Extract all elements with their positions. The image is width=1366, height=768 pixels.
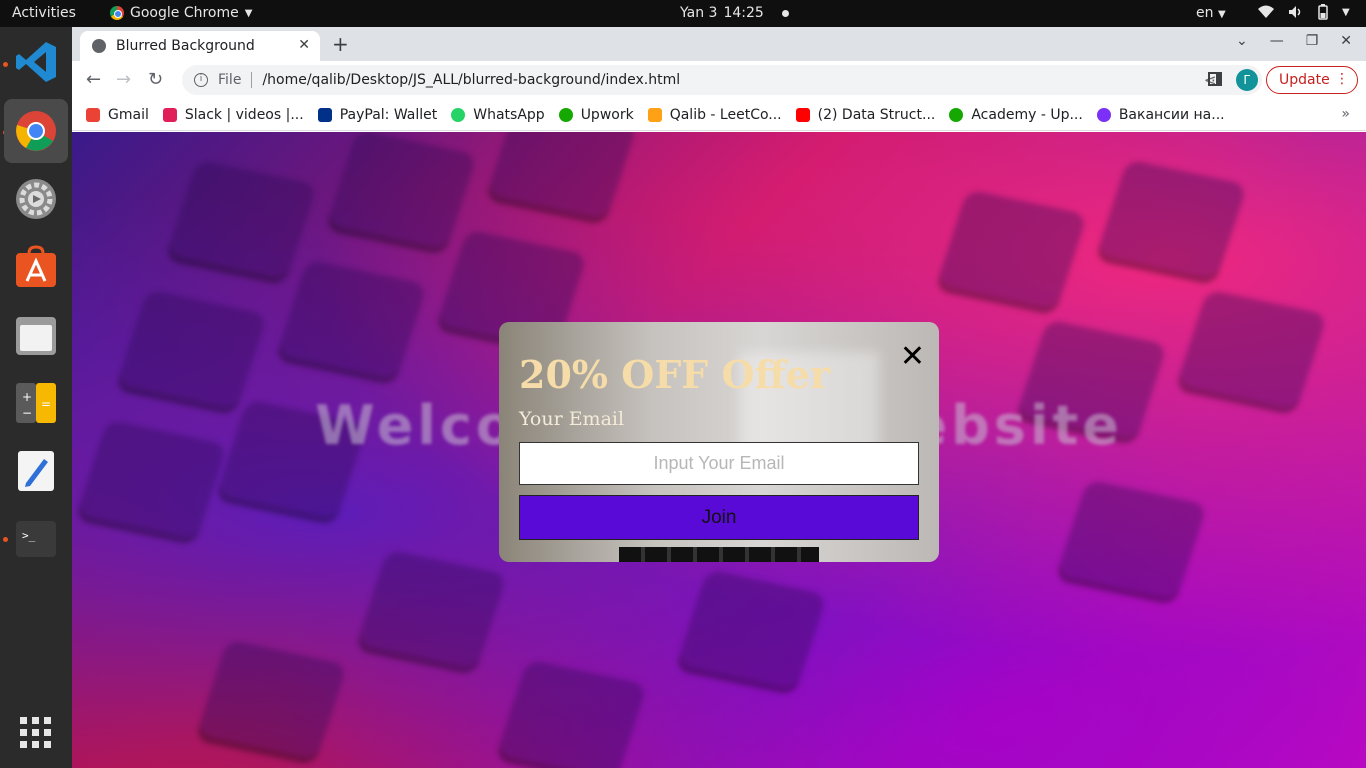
text-editor-icon[interactable] <box>4 439 68 503</box>
minimize-icon[interactable]: — <box>1270 33 1284 49</box>
scheme-label: File <box>218 72 242 88</box>
leetcode-icon <box>647 107 662 122</box>
app-menu[interactable]: Google Chrome ▼ <box>110 5 252 21</box>
vscode-icon[interactable] <box>4 30 68 94</box>
bookmark-label: Qalib - LeetCo... <box>669 106 782 123</box>
join-button[interactable]: Join <box>519 495 919 540</box>
tab-title: Blurred Background <box>116 38 255 54</box>
back-icon[interactable]: ← <box>86 69 101 90</box>
bookmark-label: Slack | videos |... <box>184 106 304 123</box>
system-top-bar: Activities Google Chrome ▼ Yan 3 14:25 e… <box>0 0 1366 27</box>
offer-popup: 20% OFF Offer ✕ Your Email Join <box>499 322 939 562</box>
restore-icon[interactable]: ❐ <box>1306 33 1319 49</box>
bookmark-academy[interactable]: Academy - Up... <box>949 106 1083 123</box>
email-field[interactable] <box>519 442 919 485</box>
system-tray[interactable]: ▼ <box>1258 4 1350 20</box>
language-indicator[interactable]: en ▼ <box>1196 5 1226 21</box>
chrome-icon[interactable] <box>4 99 68 163</box>
settings-icon[interactable] <box>4 167 68 231</box>
bookmark-whatsapp[interactable]: WhatsApp <box>451 106 545 123</box>
bookmark-label: Gmail <box>108 106 149 123</box>
close-tab-icon[interactable]: ✕ <box>298 37 310 53</box>
djinni-icon <box>1096 107 1111 122</box>
whatsapp-icon <box>451 107 466 122</box>
close-icon[interactable]: ✕ <box>900 342 925 372</box>
volume-icon <box>1289 6 1301 18</box>
date-label: Yan 3 <box>680 5 718 21</box>
app-menu-label: Google Chrome <box>130 5 239 21</box>
language-label: en <box>1196 5 1214 21</box>
upwork-icon <box>949 107 964 122</box>
bookmark-label: PayPal: Wallet <box>339 106 438 123</box>
address-bar[interactable]: i File /home/qalib/Desktop/JS_ALL/blurre… <box>182 65 1262 95</box>
globe-icon <box>92 39 106 53</box>
popup-photo-keyboard <box>619 547 819 562</box>
dock: + − = >_ <box>0 27 72 768</box>
tab-blurred-background[interactable]: Blurred Background ✕ <box>80 31 320 61</box>
bookmark-leetcode[interactable]: Qalib - LeetCo... <box>647 106 782 123</box>
app-grid-icon[interactable] <box>4 701 68 765</box>
chevron-down-icon: ▼ <box>1342 6 1350 18</box>
bookmark-vacancies[interactable]: Вакансии на... <box>1096 106 1225 123</box>
update-label: Update <box>1279 72 1330 88</box>
chevron-down-icon: ▼ <box>244 7 253 19</box>
wifi-icon <box>1258 5 1274 18</box>
new-tab-button[interactable]: + <box>332 32 349 56</box>
bookmarks-bar: Gmail Slack | videos |... PayPal: Wallet… <box>72 99 1366 131</box>
calculator-icon[interactable]: + − = <box>4 371 68 435</box>
url-text: /home/qalib/Desktop/JS_ALL/blurred-backg… <box>262 72 681 88</box>
close-window-icon[interactable]: ✕ <box>1340 33 1352 49</box>
bookmark-youtube[interactable]: (2) Data Struct... <box>795 106 936 123</box>
info-icon[interactable]: i <box>194 73 208 87</box>
profile-avatar[interactable]: Г <box>1236 69 1258 91</box>
browser-window: Blurred Background ✕ + ⌄ — ❐ ✕ ← → ↻ i F… <box>72 27 1366 768</box>
email-label: Your Email <box>519 408 625 430</box>
software-icon[interactable] <box>4 235 68 299</box>
notification-dot-icon <box>781 9 789 17</box>
chevron-double-right-icon[interactable]: » <box>1341 106 1350 122</box>
forward-icon[interactable]: → <box>116 69 131 90</box>
tab-strip: Blurred Background ✕ + ⌄ — ❐ ✕ <box>72 27 1366 61</box>
youtube-icon <box>795 107 810 122</box>
bookmark-label: (2) Data Struct... <box>817 106 936 123</box>
svg-text:+: + <box>22 390 32 404</box>
time-label: 14:25 <box>723 5 764 21</box>
paypal-icon <box>317 107 332 122</box>
activities-button[interactable]: Activities <box>12 5 76 21</box>
gmail-icon <box>86 107 100 122</box>
svg-text:−: − <box>22 406 32 420</box>
bookmark-label: Upwork <box>580 106 634 123</box>
bookmark-label: Academy - Up... <box>971 106 1083 123</box>
bookmark-label: Вакансии на... <box>1118 106 1225 123</box>
more-menu-icon[interactable]: ⋮ <box>1335 71 1349 87</box>
chevron-down-icon: ▼ <box>1217 9 1226 20</box>
reload-icon[interactable]: ↻ <box>148 69 163 90</box>
slack-icon <box>162 107 177 122</box>
browser-toolbar: ← → ↻ i File /home/qalib/Desktop/JS_ALL/… <box>72 61 1366 99</box>
upwork-icon <box>558 107 573 122</box>
divider <box>251 72 253 88</box>
window-controls: ⌄ — ❐ ✕ <box>1236 33 1366 49</box>
bookmark-paypal[interactable]: PayPal: Wallet <box>317 106 438 123</box>
clock[interactable]: Yan 3 14:25 <box>680 5 789 21</box>
battery-icon <box>1318 4 1328 20</box>
files-icon[interactable] <box>4 303 68 367</box>
update-button[interactable]: Update ⋮ <box>1266 66 1358 94</box>
svg-text:=: = <box>41 397 51 411</box>
tab-search-icon[interactable]: ⌄ <box>1236 33 1248 49</box>
popup-title: 20% OFF Offer <box>519 352 830 397</box>
bookmark-label: WhatsApp <box>473 106 545 123</box>
page-content: Welcome to my website 20% OFF Offer ✕ Yo… <box>72 132 1366 768</box>
side-panel-icon[interactable] <box>1208 72 1222 86</box>
terminal-icon[interactable]: >_ <box>4 507 68 571</box>
svg-text:>_: >_ <box>22 529 36 542</box>
bookmark-gmail[interactable]: Gmail <box>86 107 149 123</box>
bookmark-upwork[interactable]: Upwork <box>558 106 634 123</box>
bookmark-slack[interactable]: Slack | videos |... <box>162 106 304 123</box>
chrome-icon <box>110 6 124 20</box>
